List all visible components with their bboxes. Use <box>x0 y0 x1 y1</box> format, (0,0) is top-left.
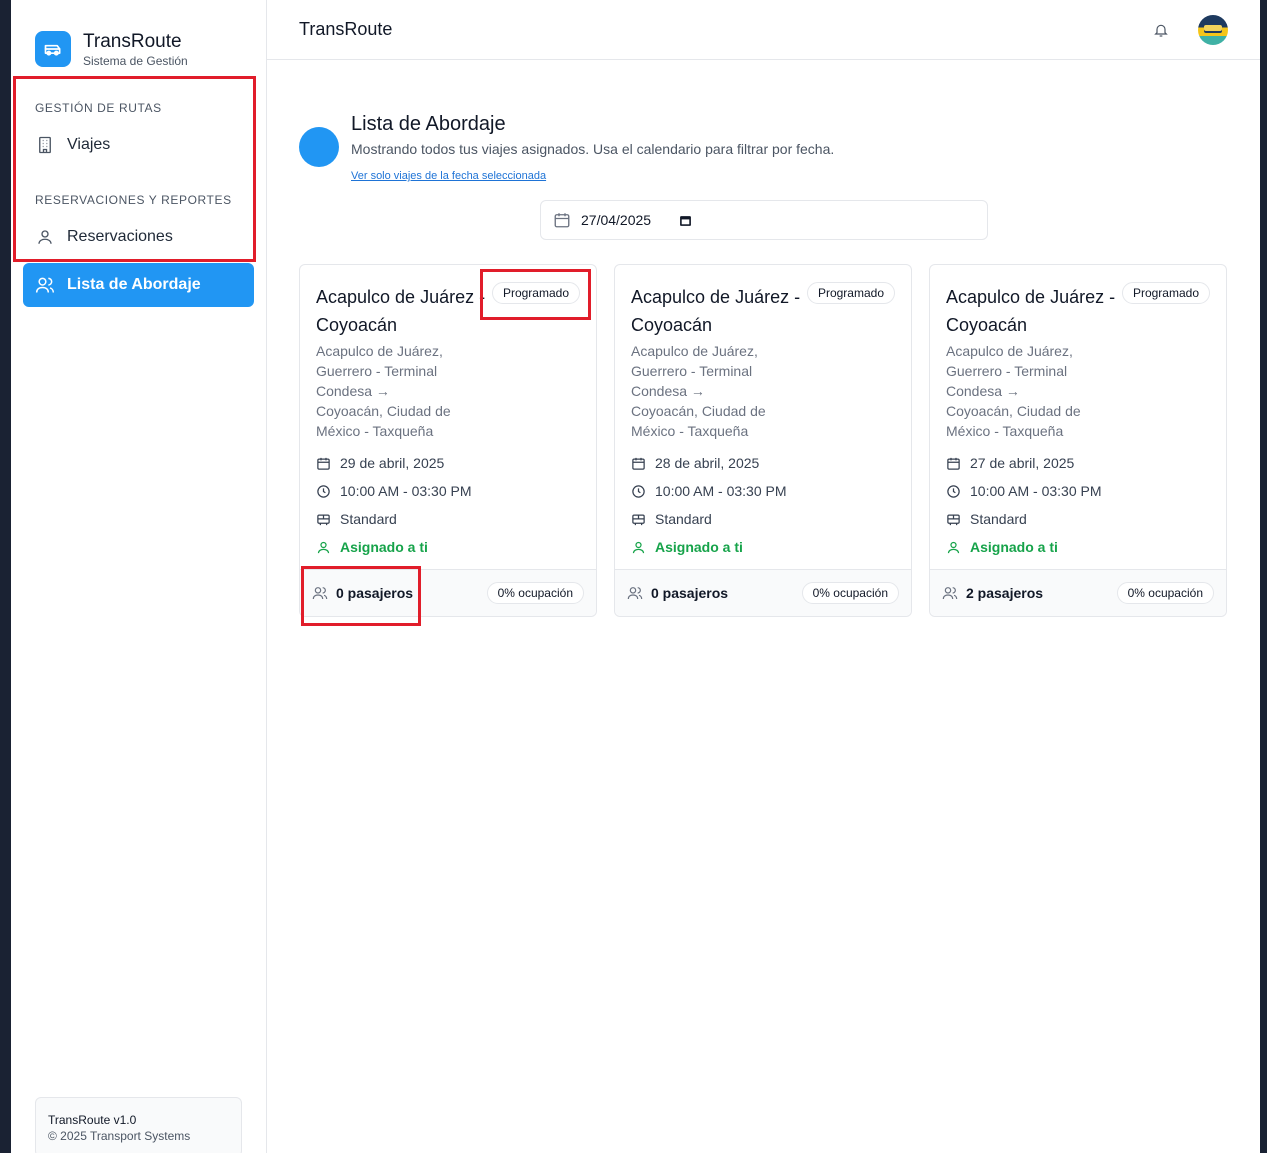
passenger-count: 0 pasajeros <box>627 585 728 601</box>
page-subtitle: Mostrando todos tus viajes asignados. Us… <box>351 141 835 157</box>
calendar-icon <box>631 455 647 471</box>
trip-assigned-row: Asignado a ti <box>946 533 1210 561</box>
trip-title: Acapulco de Juárez - Coyoacán <box>316 287 486 335</box>
date-value[interactable]: 27/04/2025 <box>581 212 651 228</box>
calendar-icon <box>553 210 573 230</box>
clock-icon <box>631 483 647 499</box>
trip-assigned-row: Asignado a ti <box>316 533 580 561</box>
brand[interactable]: TransRoute Sistema de Gestión <box>11 0 266 76</box>
calendar-icon <box>946 455 962 471</box>
occupancy-badge: 0% ocupación <box>1116 582 1214 604</box>
trip-card[interactable]: Acapulco de Juárez - Coyoacán Programado… <box>614 264 912 617</box>
date-picker-icon[interactable] <box>679 213 693 227</box>
topbar-title: TransRoute <box>299 19 393 39</box>
trip-date: 29 de abril, 2025 <box>340 455 445 471</box>
version-card: TransRoute v1.0 © 2025 Transport Systems <box>35 1097 242 1153</box>
bus-icon <box>946 511 962 527</box>
date-field[interactable]: 27/04/2025 <box>540 200 988 240</box>
trip-title: Acapulco de Juárez - Coyoacán <box>946 287 1116 335</box>
trip-route: Acapulco de Juárez, Guerrero - Terminal … <box>946 343 1081 439</box>
nav-section-reservaciones: RESERVACIONES Y REPORTES <box>35 193 232 207</box>
trip-card-footer: 2 pasajeros 0% ocupación <box>930 569 1226 616</box>
trip-card-footer: 0 pasajeros 0% ocupación <box>300 569 596 616</box>
calendar-icon <box>316 455 332 471</box>
bell-icon[interactable] <box>1150 19 1172 41</box>
bus-logo-icon <box>35 31 71 67</box>
brand-subtitle: Sistema de Gestión <box>83 53 188 68</box>
user-icon <box>316 539 332 555</box>
trip-class: Standard <box>340 511 397 527</box>
trip-date-row: 28 de abril, 2025 <box>631 449 895 477</box>
occupancy-badge: 0% ocupación <box>801 582 899 604</box>
page-header: Lista de Abordaje Mostrando todos tus vi… <box>299 112 834 184</box>
copyright-label: © 2025 Transport Systems <box>48 1129 191 1143</box>
trip-time: 10:00 AM - 03:30 PM <box>655 483 787 499</box>
trip-cards: Acapulco de Juárez - Coyoacán Programado… <box>299 264 1227 617</box>
trip-class: Standard <box>970 511 1027 527</box>
trip-time-row: 10:00 AM - 03:30 PM <box>316 477 580 505</box>
trip-title: Acapulco de Juárez - Coyoacán <box>631 287 801 335</box>
trip-card[interactable]: Acapulco de Juárez - Coyoacán Programado… <box>299 264 597 617</box>
trip-assigned: Asignado a ti <box>970 539 1058 555</box>
passenger-label: 0 pasajeros <box>651 585 729 601</box>
sidebar-item-viajes[interactable]: Viajes <box>23 123 254 167</box>
trip-date: 27 de abril, 2025 <box>970 455 1075 471</box>
sidebar-item-label: Lista de Abordaje <box>67 276 201 293</box>
sidebar-item-label: Viajes <box>67 136 111 153</box>
trip-card-footer: 0 pasajeros 0% ocupación <box>615 569 911 616</box>
occupancy-badge: 0% ocupación <box>486 582 584 604</box>
users-icon <box>627 585 643 601</box>
trip-time-row: 10:00 AM - 03:30 PM <box>946 477 1210 505</box>
building-icon <box>35 135 55 155</box>
trip-card[interactable]: Acapulco de Juárez - Coyoacán Programado… <box>929 264 1227 617</box>
passenger-label: 0 pasajeros <box>336 585 414 601</box>
trip-class-row: Standard <box>946 505 1210 533</box>
trip-assigned-row: Asignado a ti <box>631 533 895 561</box>
user-icon <box>35 227 55 247</box>
nav-section-rutas: GESTIÓN DE RUTAS <box>35 101 162 115</box>
version-label: TransRoute v1.0 <box>48 1113 137 1127</box>
brand-title: TransRoute <box>83 30 182 52</box>
topbar: TransRoute <box>267 0 1260 60</box>
sidebar-item-reservaciones[interactable]: Reservaciones <box>23 215 254 259</box>
trip-time-row: 10:00 AM - 03:30 PM <box>631 477 895 505</box>
trip-time: 10:00 AM - 03:30 PM <box>340 483 472 499</box>
status-badge: Programado <box>806 282 895 304</box>
avatar[interactable] <box>1198 14 1228 45</box>
trip-route: Acapulco de Juárez, Guerrero - Terminal … <box>631 343 766 439</box>
user-icon <box>631 539 647 555</box>
trip-date-row: 29 de abril, 2025 <box>316 449 580 477</box>
bus-icon <box>631 511 647 527</box>
filter-date-link[interactable]: Ver solo viajes de la fecha seleccionada <box>351 170 546 182</box>
status-badge: Programado <box>491 282 580 304</box>
page-title: Lista de Abordaje <box>351 113 506 135</box>
trip-time: 10:00 AM - 03:30 PM <box>970 483 1102 499</box>
trip-route: Acapulco de Juárez, Guerrero - Terminal … <box>316 343 451 439</box>
trip-class-row: Standard <box>631 505 895 533</box>
users-icon <box>942 585 958 601</box>
app-window: TransRoute Sistema de Gestión GESTIÓN DE… <box>11 0 1260 1153</box>
trip-class: Standard <box>655 511 712 527</box>
clock-icon <box>946 483 962 499</box>
passenger-count: 2 pasajeros <box>942 585 1043 601</box>
trip-assigned: Asignado a ti <box>340 539 428 555</box>
users-icon <box>35 275 55 295</box>
trip-date-row: 27 de abril, 2025 <box>946 449 1210 477</box>
trip-assigned: Asignado a ti <box>655 539 743 555</box>
clock-icon <box>316 483 332 499</box>
passenger-count: 0 pasajeros <box>312 585 413 601</box>
page-header-dot <box>299 127 339 167</box>
trip-class-row: Standard <box>316 505 580 533</box>
status-badge: Programado <box>1121 282 1210 304</box>
sidebar: TransRoute Sistema de Gestión GESTIÓN DE… <box>11 0 267 1153</box>
trip-date: 28 de abril, 2025 <box>655 455 760 471</box>
passenger-label: 2 pasajeros <box>966 585 1044 601</box>
user-icon <box>946 539 962 555</box>
sidebar-item-lista-abordaje[interactable]: Lista de Abordaje <box>23 263 254 307</box>
sidebar-item-label: Reservaciones <box>67 228 173 245</box>
users-icon <box>312 585 328 601</box>
main-content: TransRoute Lista de Abordaje Mostrando t… <box>267 0 1260 1153</box>
bus-icon <box>316 511 332 527</box>
